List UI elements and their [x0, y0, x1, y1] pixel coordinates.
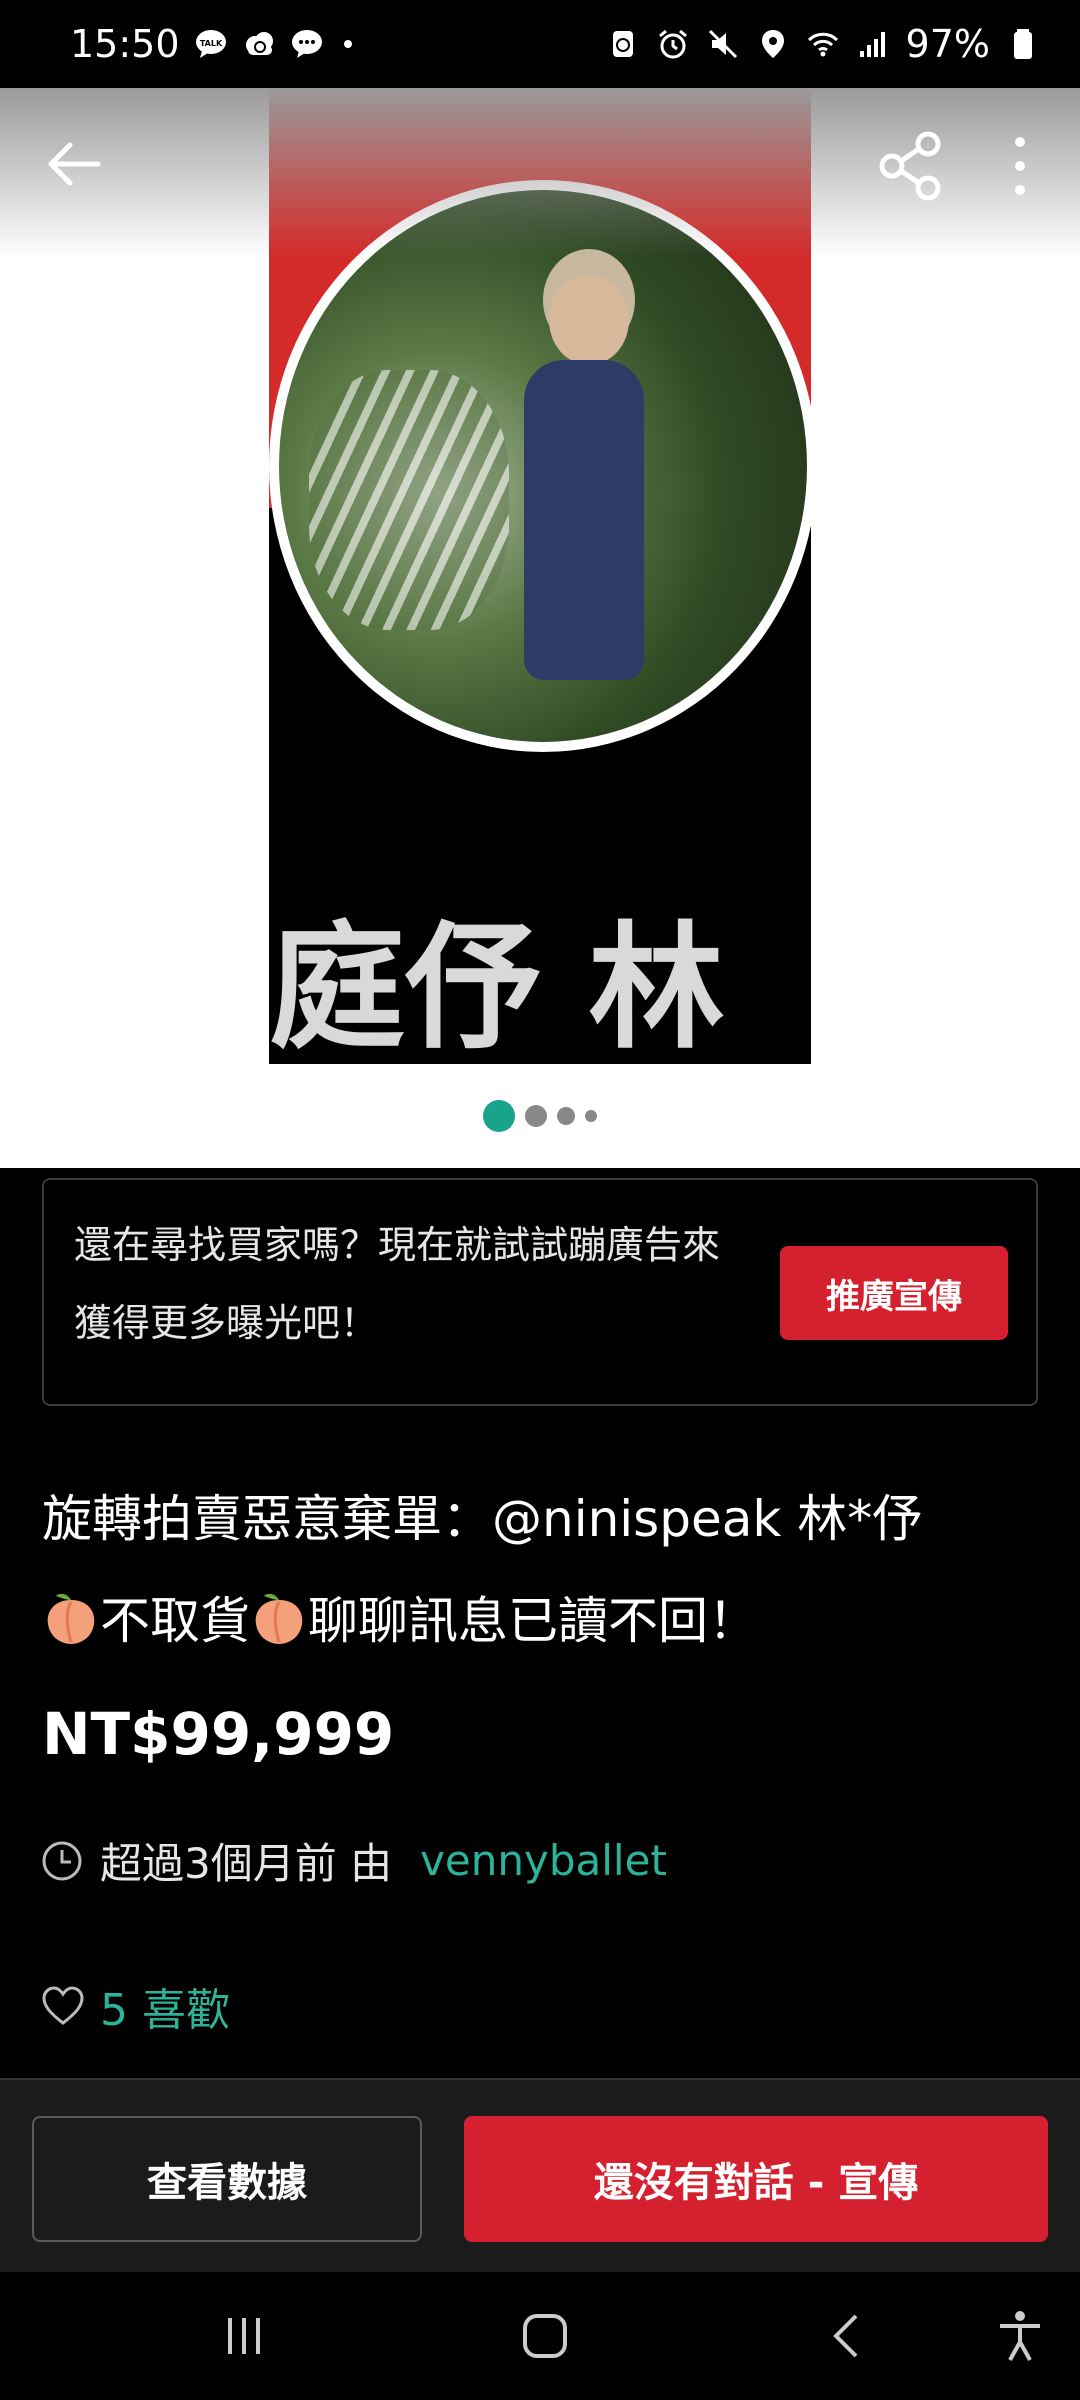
photo-person-head: [549, 275, 629, 365]
mute-icon: [706, 27, 740, 61]
wifi-icon: [806, 27, 840, 61]
clock-icon: [42, 1841, 82, 1880]
peach-emoji-icon: [250, 1580, 308, 1644]
accessibility-icon: [1000, 2311, 1040, 2361]
listing-image[interactable]: 庭伃 林: [269, 88, 811, 1064]
likes-row[interactable]: 5 喜歡: [40, 1974, 230, 2038]
profile-photo: [269, 180, 811, 752]
home-icon: [523, 2314, 567, 2358]
view-stats-button[interactable]: 查看數據: [32, 2116, 422, 2242]
status-time: 15:50: [70, 22, 180, 66]
promotion-text: 還在尋找買家嗎？現在就試試蹦廣告來獲得更多曝光吧！: [74, 1223, 721, 1345]
likes-count: 5 喜歡: [100, 1985, 230, 2036]
chevron-left-icon: [833, 2314, 858, 2358]
battery-percent: 97%: [905, 22, 990, 66]
posted-info: 超過3個月前 由 vennyballet: [40, 1830, 667, 1891]
listing-image-carousel[interactable]: 庭伃 林: [0, 88, 1080, 1168]
location-icon: [756, 27, 790, 61]
system-back-button[interactable]: [818, 2306, 878, 2366]
cloud-icon: [242, 27, 276, 61]
heart-icon: [42, 1986, 84, 2025]
promote-button[interactable]: 推廣宣傳: [780, 1246, 1008, 1340]
image-name-overlay: 庭伃 林: [269, 910, 725, 1064]
home-button[interactable]: [515, 2306, 575, 2366]
more-options-button[interactable]: [990, 128, 1050, 204]
status-bar: 15:50 TALK 97%: [0, 0, 1080, 88]
listing-price: NT$99,999: [42, 1700, 395, 1768]
photo-person-body: [524, 360, 644, 680]
pager-dot-active[interactable]: [483, 1100, 515, 1132]
arrow-left-icon: [48, 142, 101, 186]
promote-listing-button[interactable]: 還沒有對話 - 宣傳: [464, 2116, 1048, 2242]
share-button[interactable]: [872, 128, 948, 204]
battery-icon: [1006, 27, 1040, 61]
accessibility-button[interactable]: [990, 2306, 1050, 2366]
pager-dot[interactable]: [557, 1107, 575, 1125]
photo-waterfall: [309, 370, 509, 630]
listing-page: 15:50 TALK 97% 庭伃 林 還在尋找買家嗎？現在就試試蹦廣告來獲得更…: [0, 0, 1080, 2400]
pager-dot[interactable]: [585, 1110, 597, 1122]
recent-apps-button[interactable]: [214, 2306, 274, 2366]
posted-time: 超過3個月前 由: [100, 1839, 393, 1888]
chat-icon: [290, 27, 324, 61]
more-vertical-icon: [1015, 137, 1025, 195]
system-nav-bar: [0, 2272, 1080, 2400]
bottom-action-bar: 查看數據 還沒有對話 - 宣傳: [0, 2078, 1080, 2272]
seller-link[interactable]: vennyballet: [420, 1836, 667, 1885]
title-text-3: 聊聊訊息已讀不回！: [308, 1592, 758, 1650]
svg-text:TALK: TALK: [199, 39, 222, 48]
talk-icon: TALK: [194, 27, 228, 61]
signal-icon: [856, 27, 890, 61]
title-text-2: 不取貨: [100, 1592, 250, 1650]
promotion-banner: 還在尋找買家嗎？現在就試試蹦廣告來獲得更多曝光吧！ 推廣宣傳: [42, 1178, 1038, 1406]
recent-apps-icon: [228, 2318, 260, 2354]
pager-dot[interactable]: [525, 1105, 547, 1127]
listing-title: 旋轉拍賣惡意棄單：@ninispeak 林*伃 不取貨 聊聊訊息已讀不回！: [42, 1468, 1042, 1672]
title-text-1: 旋轉拍賣惡意棄單：@ninispeak 林*伃: [42, 1490, 923, 1548]
recycle-icon: [606, 27, 640, 61]
notification-dot: [343, 40, 352, 48]
share-icon: [879, 131, 941, 201]
back-button[interactable]: [38, 128, 110, 200]
alarm-icon: [656, 27, 690, 61]
peach-emoji-icon: [42, 1580, 100, 1644]
image-pager-dots: [0, 1096, 1080, 1136]
